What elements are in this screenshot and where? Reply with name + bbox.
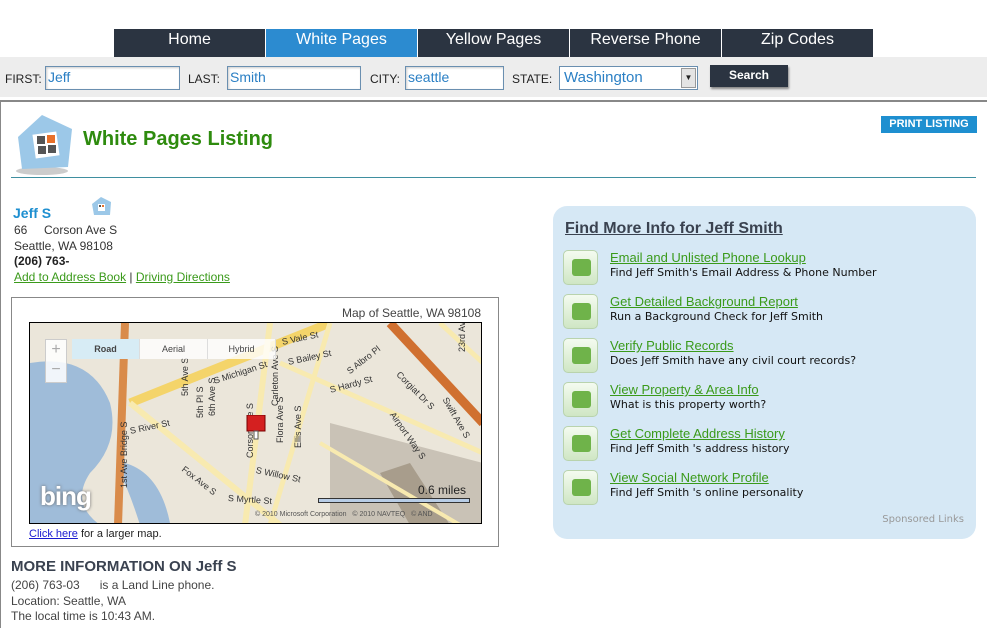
item-link[interactable]: Verify Public Records xyxy=(610,338,734,353)
bing-logo: bing xyxy=(40,481,92,511)
driving-directions-link[interactable]: Driving Directions xyxy=(136,270,230,284)
map-tab-road[interactable]: Road xyxy=(72,339,140,359)
item-desc: What is this property worth? xyxy=(610,398,767,411)
map-label: Flora Ave S xyxy=(275,396,285,443)
add-to-address-book-link[interactable]: Add to Address Book xyxy=(14,270,126,284)
map-label: 23rd Ave S xyxy=(457,322,467,352)
tab-home[interactable]: Home xyxy=(114,29,265,57)
more-info: (206) 763-03 is a Land Line phone. Locat… xyxy=(11,578,214,625)
envelope-phone-icon xyxy=(563,250,598,285)
city-label: CITY: xyxy=(370,72,401,86)
item-link[interactable]: Email and Unlisted Phone Lookup xyxy=(610,250,806,265)
map-tab-aerial[interactable]: Aerial xyxy=(140,339,208,359)
item-link[interactable]: Get Detailed Background Report xyxy=(610,294,798,309)
zoom-in-button[interactable]: + xyxy=(46,340,66,360)
map-scale-bar xyxy=(318,498,470,503)
last-label: LAST: xyxy=(188,72,221,86)
search-bar: FIRST: Jeff LAST: Smith CITY: seattle ST… xyxy=(0,57,987,97)
tab-white-pages[interactable]: White Pages xyxy=(266,29,417,57)
chevron-down-icon[interactable]: ▼ xyxy=(681,68,696,88)
zoom-control: + − xyxy=(45,339,67,383)
state-value: Washington xyxy=(564,69,643,86)
item-desc: Find Jeff Smith's Email Address & Phone … xyxy=(610,266,877,279)
property-info-item[interactable]: View Property & Area Info What is this pr… xyxy=(563,382,963,422)
tab-zip-codes[interactable]: Zip Codes xyxy=(722,29,873,57)
listing-address: 66 Corson Ave S Seattle, WA 98108 (206) … xyxy=(14,223,230,285)
listing-name[interactable]: Jeff S xyxy=(13,205,51,221)
map-label: 5th Pl S xyxy=(195,386,205,418)
property-document-icon xyxy=(563,382,598,417)
tab-yellow-pages[interactable]: Yellow Pages xyxy=(418,29,569,57)
search-button[interactable]: Search xyxy=(710,65,788,87)
item-link[interactable]: View Property & Area Info xyxy=(610,382,759,397)
tab-reverse-phone[interactable]: Reverse Phone xyxy=(570,29,721,57)
house-icon xyxy=(90,195,112,222)
background-report-item[interactable]: Get Detailed Background Report Run a Back… xyxy=(563,294,963,334)
print-listing-button[interactable]: PRINT LISTING xyxy=(881,116,977,133)
street: 66 Corson Ave S xyxy=(14,223,118,237)
city-input[interactable]: seattle xyxy=(405,66,504,90)
item-desc: Run a Background Check for Jeff Smith xyxy=(610,310,824,323)
phone: (206) 763- xyxy=(14,254,70,268)
public-records-item[interactable]: Verify Public Records Does Jeff Smith hav… xyxy=(563,338,963,378)
first-name-input[interactable]: Jeff xyxy=(45,66,180,90)
page-title: White Pages Listing xyxy=(83,128,274,150)
location: Location: Seattle, WA xyxy=(11,593,126,608)
item-link[interactable]: View Social Network Profile xyxy=(610,470,769,485)
first-label: FIRST: xyxy=(5,72,42,86)
social-network-item[interactable]: View Social Network Profile Find Jeff Smi… xyxy=(563,470,963,510)
map-type-tabs: Road Aerial Hybrid xyxy=(72,339,276,359)
map-label: 6th Ave S xyxy=(207,377,217,416)
main-nav: Home White Pages Yellow Pages Reverse Ph… xyxy=(114,29,874,57)
map-tab-hybrid[interactable]: Hybrid xyxy=(208,339,276,359)
address-history-item[interactable]: Get Complete Address History Find Jeff Sm… xyxy=(563,426,963,466)
map-label: 1st Ave Bridge S xyxy=(119,421,129,488)
zoom-out-button[interactable]: − xyxy=(46,360,66,380)
map-caption: Map of Seattle, WA 98108 xyxy=(342,306,481,320)
item-desc: Find Jeff Smith 's address history xyxy=(610,442,790,455)
map-box: Map of Seattle, WA 98108 S Vale St S Bai… xyxy=(11,297,499,547)
sponsored-links-label: Sponsored Links xyxy=(882,514,964,525)
item-desc: Does Jeff Smith have any civil court rec… xyxy=(610,354,857,367)
separator: | xyxy=(129,269,133,284)
last-name-input[interactable]: Smith xyxy=(227,66,361,90)
frame-border xyxy=(0,102,1,628)
house-logo-icon xyxy=(12,107,82,182)
email-phone-lookup-item[interactable]: Email and Unlisted Phone Lookup Find Jeff… xyxy=(563,250,963,290)
map-copyright: © 2010 Microsoft Corporation © 2010 NAVT… xyxy=(255,511,433,518)
houses-icon xyxy=(563,426,598,461)
larger-map-link[interactable]: Click here xyxy=(29,528,78,540)
more-info-title: MORE INFORMATION ON Jeff S xyxy=(11,558,237,575)
profile-document-icon xyxy=(563,294,598,329)
state-label: STATE: xyxy=(512,72,553,86)
map-scale-label: 0.6 miles xyxy=(418,483,467,497)
checkmark-documents-icon xyxy=(563,338,598,373)
divider xyxy=(0,100,987,102)
local-time: The local time is 10:43 AM. xyxy=(11,609,156,623)
map[interactable]: S Vale St S Bailey St S Michigan St S Al… xyxy=(29,322,482,524)
phone-type: (206) 763-03 is a Land Line phone. xyxy=(11,578,215,592)
divider xyxy=(11,177,976,178)
map-label: 5th Ave S xyxy=(180,357,190,396)
item-desc: Find Jeff Smith 's online personality xyxy=(610,486,804,499)
city-state-zip: Seattle, WA 98108 xyxy=(14,238,113,253)
people-group-icon xyxy=(563,470,598,505)
map-label: Ellis Ave S xyxy=(293,405,303,448)
larger-map: Click here for a larger map. xyxy=(29,528,162,540)
find-more-info-panel: Find More Info for Jeff Smith Email and … xyxy=(553,206,976,539)
state-select[interactable]: Washington ▼ xyxy=(559,66,698,90)
larger-map-text: for a larger map. xyxy=(77,528,162,540)
item-link[interactable]: Get Complete Address History xyxy=(610,426,785,441)
panel-title[interactable]: Find More Info for Jeff Smith xyxy=(565,220,783,238)
